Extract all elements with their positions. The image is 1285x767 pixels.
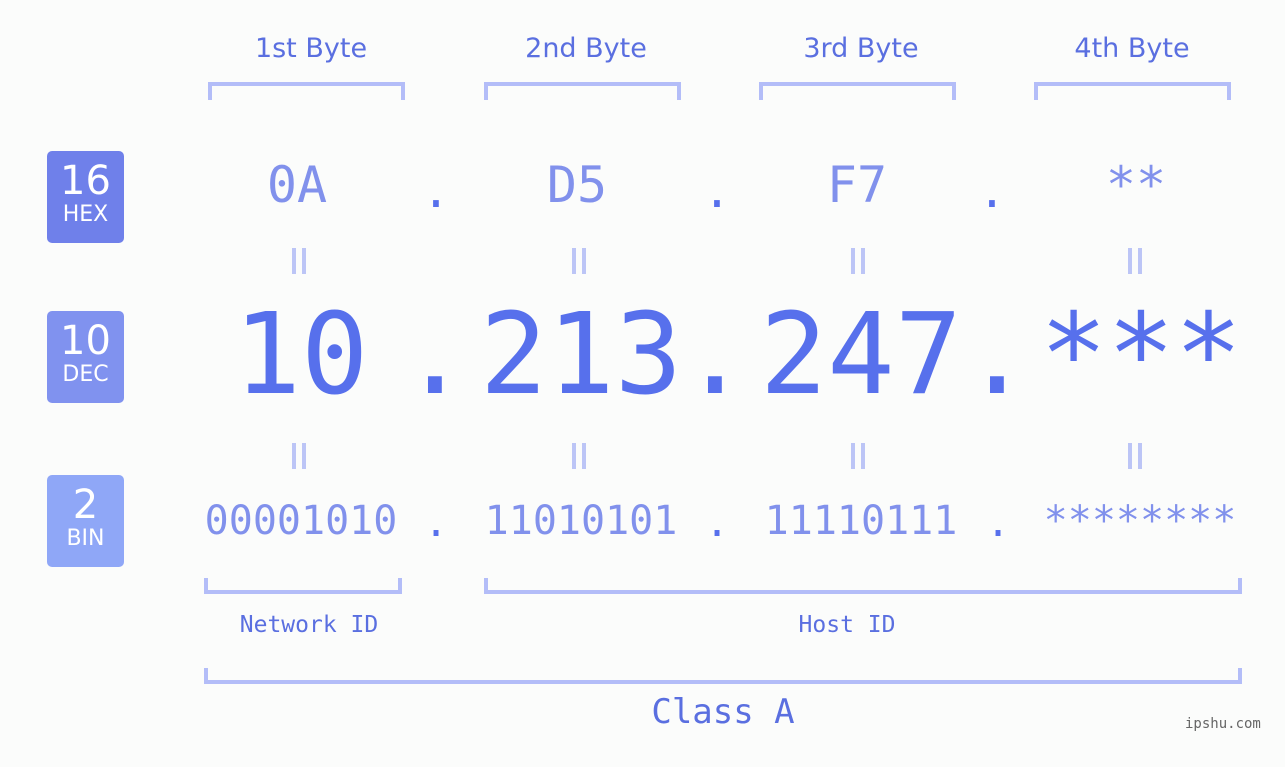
bin-separator-1: .: [423, 500, 449, 546]
equals-icon: [572, 248, 586, 274]
bin-byte-4: ********: [1043, 498, 1237, 544]
bin-byte-2: 11010101: [484, 498, 678, 544]
class-bracket: [204, 668, 1242, 684]
hex-byte-3: F7: [826, 156, 888, 214]
hex-separator-3: .: [978, 164, 1006, 218]
hex-separator-2: .: [703, 164, 731, 218]
host-id-label: Host ID: [798, 612, 896, 638]
dec-badge-number: 10: [60, 318, 111, 364]
bin-separator-3: .: [985, 500, 1011, 546]
bin-separator-2: .: [704, 500, 730, 546]
network-id-label: Network ID: [239, 612, 379, 638]
host-id-bracket: [484, 578, 1242, 594]
bin-badge-label: BIN: [66, 526, 105, 551]
equals-icon: [1128, 248, 1142, 274]
equals-icon: [1128, 443, 1142, 469]
byte-4-bracket: [1034, 82, 1231, 100]
hex-badge-label: HEX: [62, 202, 109, 227]
dec-byte-2: 213: [479, 290, 683, 420]
equals-icon: [292, 248, 306, 274]
bin-badge-number: 2: [72, 482, 99, 528]
dec-badge-label: DEC: [62, 362, 109, 387]
hex-byte-2: D5: [546, 156, 608, 214]
dec-badge: 10 DEC: [47, 311, 124, 403]
class-label: Class A: [651, 692, 795, 732]
hex-byte-4: **: [1105, 156, 1167, 214]
bin-byte-3: 11110111: [764, 498, 958, 544]
watermark: ipshu.com: [1185, 716, 1261, 732]
byte-3-bracket: [759, 82, 956, 100]
bin-badge: 2 BIN: [47, 475, 124, 567]
equals-icon: [572, 443, 586, 469]
dec-separator-3: .: [963, 290, 1031, 420]
hex-byte-1: 0A: [266, 156, 328, 214]
byte-1-bracket: [208, 82, 405, 100]
dec-byte-3: 247: [759, 290, 963, 420]
network-id-bracket: [204, 578, 402, 594]
equals-icon: [851, 248, 865, 274]
bin-byte-1: 00001010: [204, 498, 398, 544]
hex-badge-number: 16: [60, 158, 111, 204]
hex-badge: 16 HEX: [47, 151, 124, 243]
byte-header-1: 1st Byte: [254, 33, 368, 64]
hex-separator-1: .: [422, 164, 450, 218]
dec-separator-1: .: [401, 290, 469, 420]
byte-2-bracket: [484, 82, 681, 100]
byte-header-4: 4th Byte: [1074, 33, 1190, 64]
equals-icon: [292, 443, 306, 469]
byte-header-2: 2nd Byte: [525, 33, 647, 64]
equals-icon: [851, 443, 865, 469]
dec-byte-4: ***: [1039, 290, 1243, 420]
dec-separator-2: .: [681, 290, 749, 420]
byte-header-3: 3rd Byte: [803, 33, 919, 64]
dec-byte-1: 10: [233, 290, 369, 420]
